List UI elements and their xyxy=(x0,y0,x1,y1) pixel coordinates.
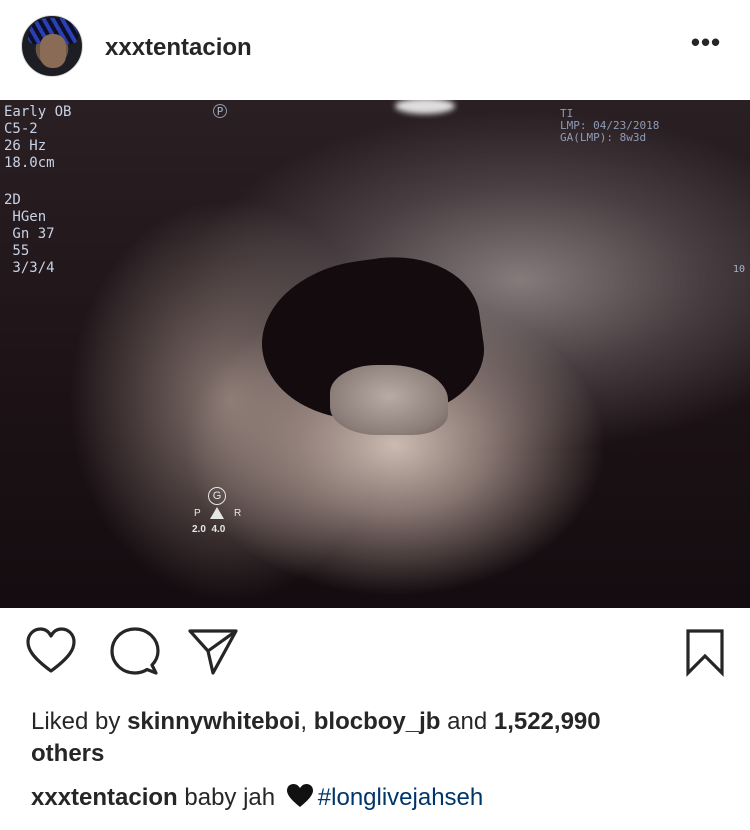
scan-info-line: Gn 37 xyxy=(4,226,55,242)
caption-hashtag[interactable]: #longlivejahseh xyxy=(318,784,483,811)
heart-outline-icon[interactable] xyxy=(24,625,78,679)
orientation-p: P xyxy=(194,508,201,519)
more-options-icon[interactable]: ••• xyxy=(688,29,724,59)
probe-marker: P xyxy=(213,104,227,118)
orientation-marker: G P R 2.0 4.0 xyxy=(190,487,250,539)
scan-info-line: 26 Hz xyxy=(4,138,47,154)
orientation-scale: 2.0 4.0 xyxy=(192,524,226,535)
scan-info-top-right: TI LMP: 04/23/2018 GA(LMP): 8w3d xyxy=(560,108,659,144)
scan-info-line: 55 xyxy=(4,243,30,259)
paper-plane-icon[interactable] xyxy=(186,625,240,679)
likes-count[interactable]: 1,522,990 xyxy=(494,708,601,735)
post-caption: xxxtentacion baby jah #longlivejahseh xyxy=(31,782,731,814)
likes-and: and xyxy=(440,708,494,735)
liked-by-user-skinnywhiteboi[interactable]: skinnywhiteboi xyxy=(127,708,300,735)
post-header: xxxtentacion ••• xyxy=(0,0,750,100)
profile-avatar[interactable] xyxy=(21,15,83,77)
orientation-r: R xyxy=(234,508,242,519)
depth-marker: 10 xyxy=(733,264,746,275)
scan-info-line: 3/3/4 xyxy=(4,260,55,276)
orientation-triangle-icon xyxy=(210,507,224,519)
caption-username[interactable]: xxxtentacion xyxy=(31,784,178,811)
post-photo[interactable]: Early OB C5-2 26 Hz 18.0cm 2D HGen Gn 37… xyxy=(0,100,750,608)
scan-info-line: GA(LMP): 8w3d xyxy=(560,131,647,144)
avatar-face xyxy=(40,34,66,68)
scan-info-line: 2D xyxy=(4,192,21,208)
likes-prefix: Liked by xyxy=(31,708,128,735)
scan-info-line: C5-2 xyxy=(4,121,38,137)
likes-summary: Liked by skinnywhiteboi, blocboy_jb and … xyxy=(31,706,731,770)
likes-separator: , xyxy=(300,708,314,735)
orientation-g: G xyxy=(208,487,226,505)
post-actions xyxy=(0,625,750,687)
bookmark-icon[interactable] xyxy=(678,625,732,679)
scan-info-line: Early OB xyxy=(4,104,72,120)
caption-text: baby jah xyxy=(177,784,282,811)
scan-info-line: HGen xyxy=(4,209,47,225)
scan-info-top-left: Early OB C5-2 26 Hz 18.0cm xyxy=(4,104,71,172)
post-username[interactable]: xxxtentacion xyxy=(105,34,252,62)
scan-info-mode: 2D HGen Gn 37 55 3/3/4 xyxy=(4,192,55,277)
black-heart-emoji xyxy=(286,783,314,809)
likes-others[interactable]: others xyxy=(31,740,104,767)
embryo xyxy=(330,365,448,435)
scan-info-line: 18.0cm xyxy=(4,155,55,171)
speech-bubble-icon[interactable] xyxy=(108,625,162,679)
liked-by-user-blocboy-jb[interactable]: blocboy_jb xyxy=(314,708,441,735)
